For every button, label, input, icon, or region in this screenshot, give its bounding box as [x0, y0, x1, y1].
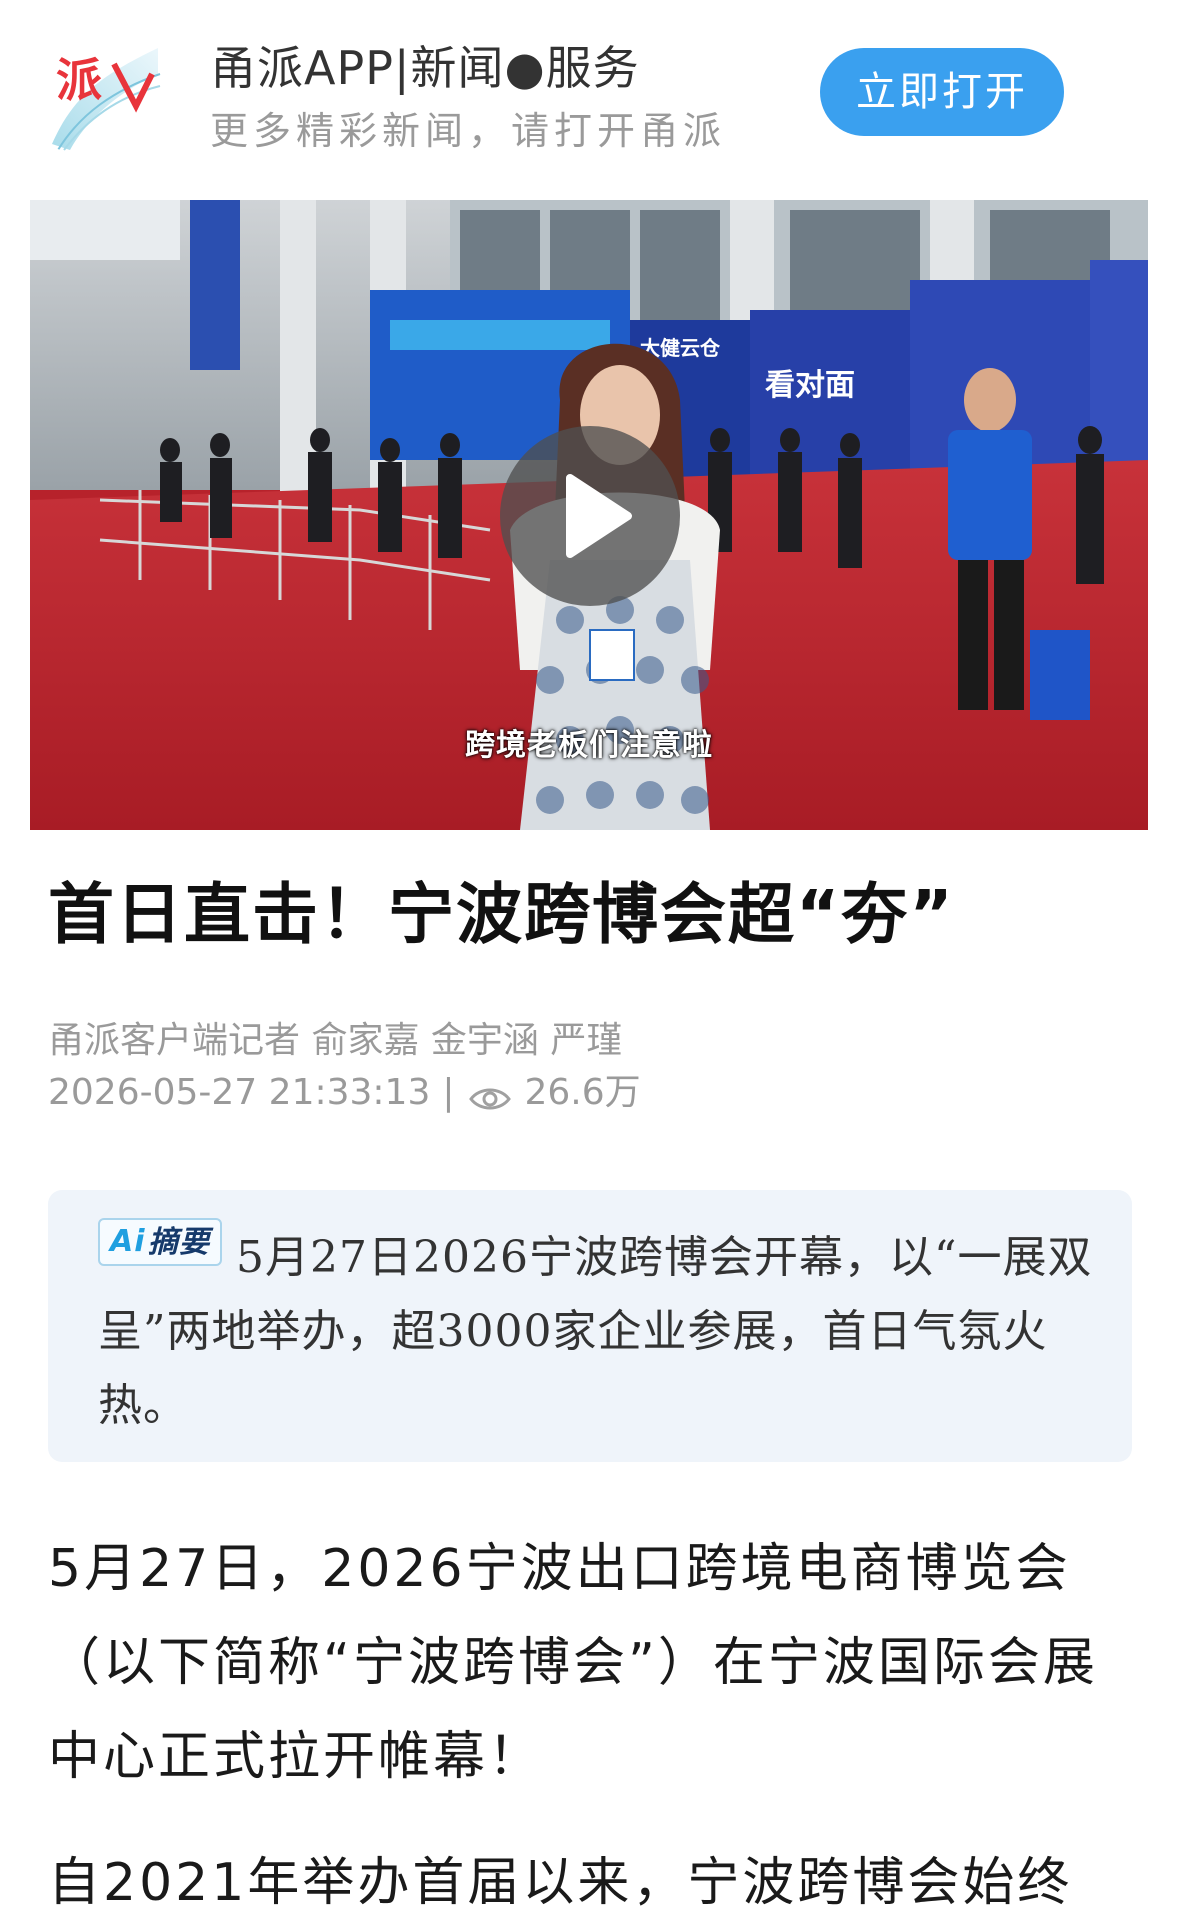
svg-text:派: 派 — [56, 53, 102, 107]
svg-text:看对面: 看对面 — [765, 368, 855, 403]
play-icon[interactable] — [500, 426, 680, 606]
yongpai-logo-icon: 派 — [44, 34, 162, 152]
video-subtitle: 跨境老板们注意啦 — [465, 728, 713, 763]
ai-tag-label: 摘要 — [148, 1225, 210, 1260]
app-download-banner: 派 甬派APP|新闻●服务 更多精彩新闻，请打开甬派 立即打开 — [0, 0, 1179, 180]
eye-icon — [468, 1078, 512, 1110]
article-paragraph-2: 自2021年举办首届以来，宁波跨博会始终 — [48, 1853, 1073, 1913]
article-headline: 首日直击！宁波跨博会超“夯” — [48, 876, 955, 953]
ai-summary: Ai 摘要 5月27日2026宁波跨博会开幕，以“一展双呈”两地举办，超3000家企… — [98, 1218, 1098, 1443]
ai-summary-card: Ai 摘要 5月27日2026宁波跨博会开幕，以“一展双呈”两地举办，超3000家企… — [48, 1190, 1132, 1462]
article-paragraph-1: 5月27日，2026宁波出口跨境电商博览会（以下简称“宁波跨博会”）在宁波国际会… — [48, 1539, 1098, 1787]
banner-text: 甬派APP|新闻●服务 更多精彩新闻，请打开甬派 — [210, 38, 726, 156]
ai-summary-text: 5月27日2026宁波跨博会开幕，以“一展双呈”两地举办，超3000家企业参展，… — [98, 1232, 1093, 1431]
article-meta: 2026-05-27 21:33:13 | 26.6万 — [48, 1068, 641, 1118]
publish-datetime: 2026-05-27 21:33:13 — [48, 1072, 431, 1113]
ai-tag-mark: Ai — [110, 1224, 146, 1259]
view-count: 26.6万 — [524, 1072, 641, 1113]
open-app-button[interactable]: 立即打开 — [820, 48, 1064, 136]
banner-subtitle: 更多精彩新闻，请打开甬派 — [210, 109, 727, 153]
video-player[interactable]: 看对面 大健云仓 跨境老板们注意啦 — [30, 200, 1148, 830]
banner-title: 甬派APP|新闻●服务 — [210, 41, 640, 95]
article-byline: 甬派客户端记者 俞家嘉 金宇涵 严瑾 — [48, 1020, 623, 1061]
ai-summary-tag: Ai 摘要 — [98, 1218, 222, 1266]
meta-separator: | — [442, 1072, 455, 1113]
